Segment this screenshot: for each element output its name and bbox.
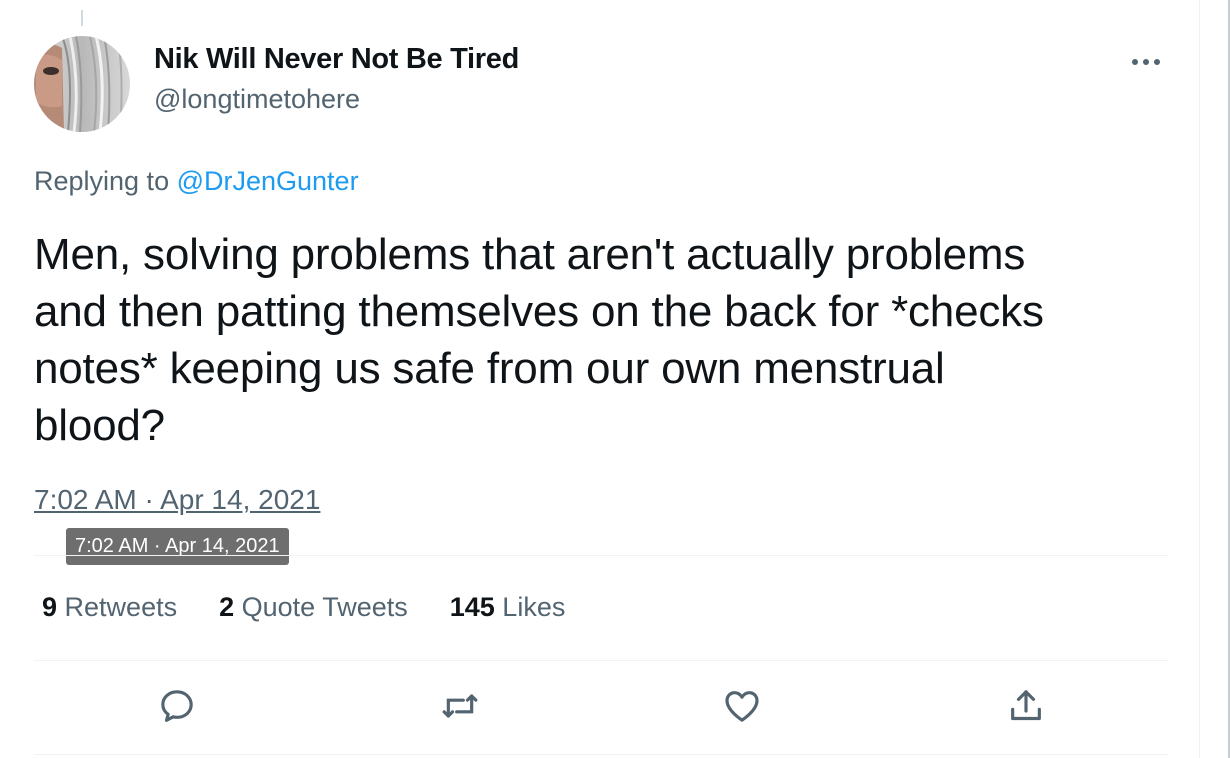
reply-icon [157,686,197,731]
replying-to-mention[interactable]: @DrJenGunter [177,166,359,196]
column-border [1199,0,1200,758]
timestamp-tooltip: 7:02 AM · Apr 14, 2021 [66,528,289,565]
tweet-text: Men, solving problems that aren't actual… [34,230,1044,450]
retweets-stat[interactable]: 9 Retweets [42,592,177,623]
tweet-timestamp[interactable]: 7:02 AM · Apr 14, 2021 [34,484,320,516]
more-options-button[interactable] [1124,40,1168,84]
likes-label: Likes [494,592,566,622]
quote-tweets-count: 2 [219,592,235,622]
share-icon [1006,686,1046,731]
engagement-stats: 9 Retweets 2 Quote Tweets 145 Likes [42,592,565,623]
quote-tweets-label: Quote Tweets [234,592,408,622]
divider [34,754,1168,755]
heart-icon [722,686,762,731]
user-handle[interactable]: @longtimetohere [154,84,360,115]
more-icon [1131,53,1161,71]
divider [34,660,1168,661]
retweet-icon [440,686,480,731]
display-name[interactable]: Nik Will Never Not Be Tired [154,43,519,76]
quote-tweets-stat[interactable]: 2 Quote Tweets [219,592,408,623]
likes-count: 145 [449,592,495,622]
share-button[interactable] [1004,686,1048,730]
retweets-count: 9 [42,592,58,622]
retweet-button[interactable] [438,686,482,730]
avatar[interactable] [34,36,130,132]
likes-stat[interactable]: 145 Likes [450,592,566,623]
like-button[interactable] [720,686,764,730]
thread-connector-line [81,10,83,26]
retweets-label: Retweets [57,592,178,622]
replying-to: Replying to @DrJenGunter [34,166,359,197]
divider [34,555,1168,556]
reply-button[interactable] [155,686,199,730]
replying-prefix: Replying to [34,166,177,196]
